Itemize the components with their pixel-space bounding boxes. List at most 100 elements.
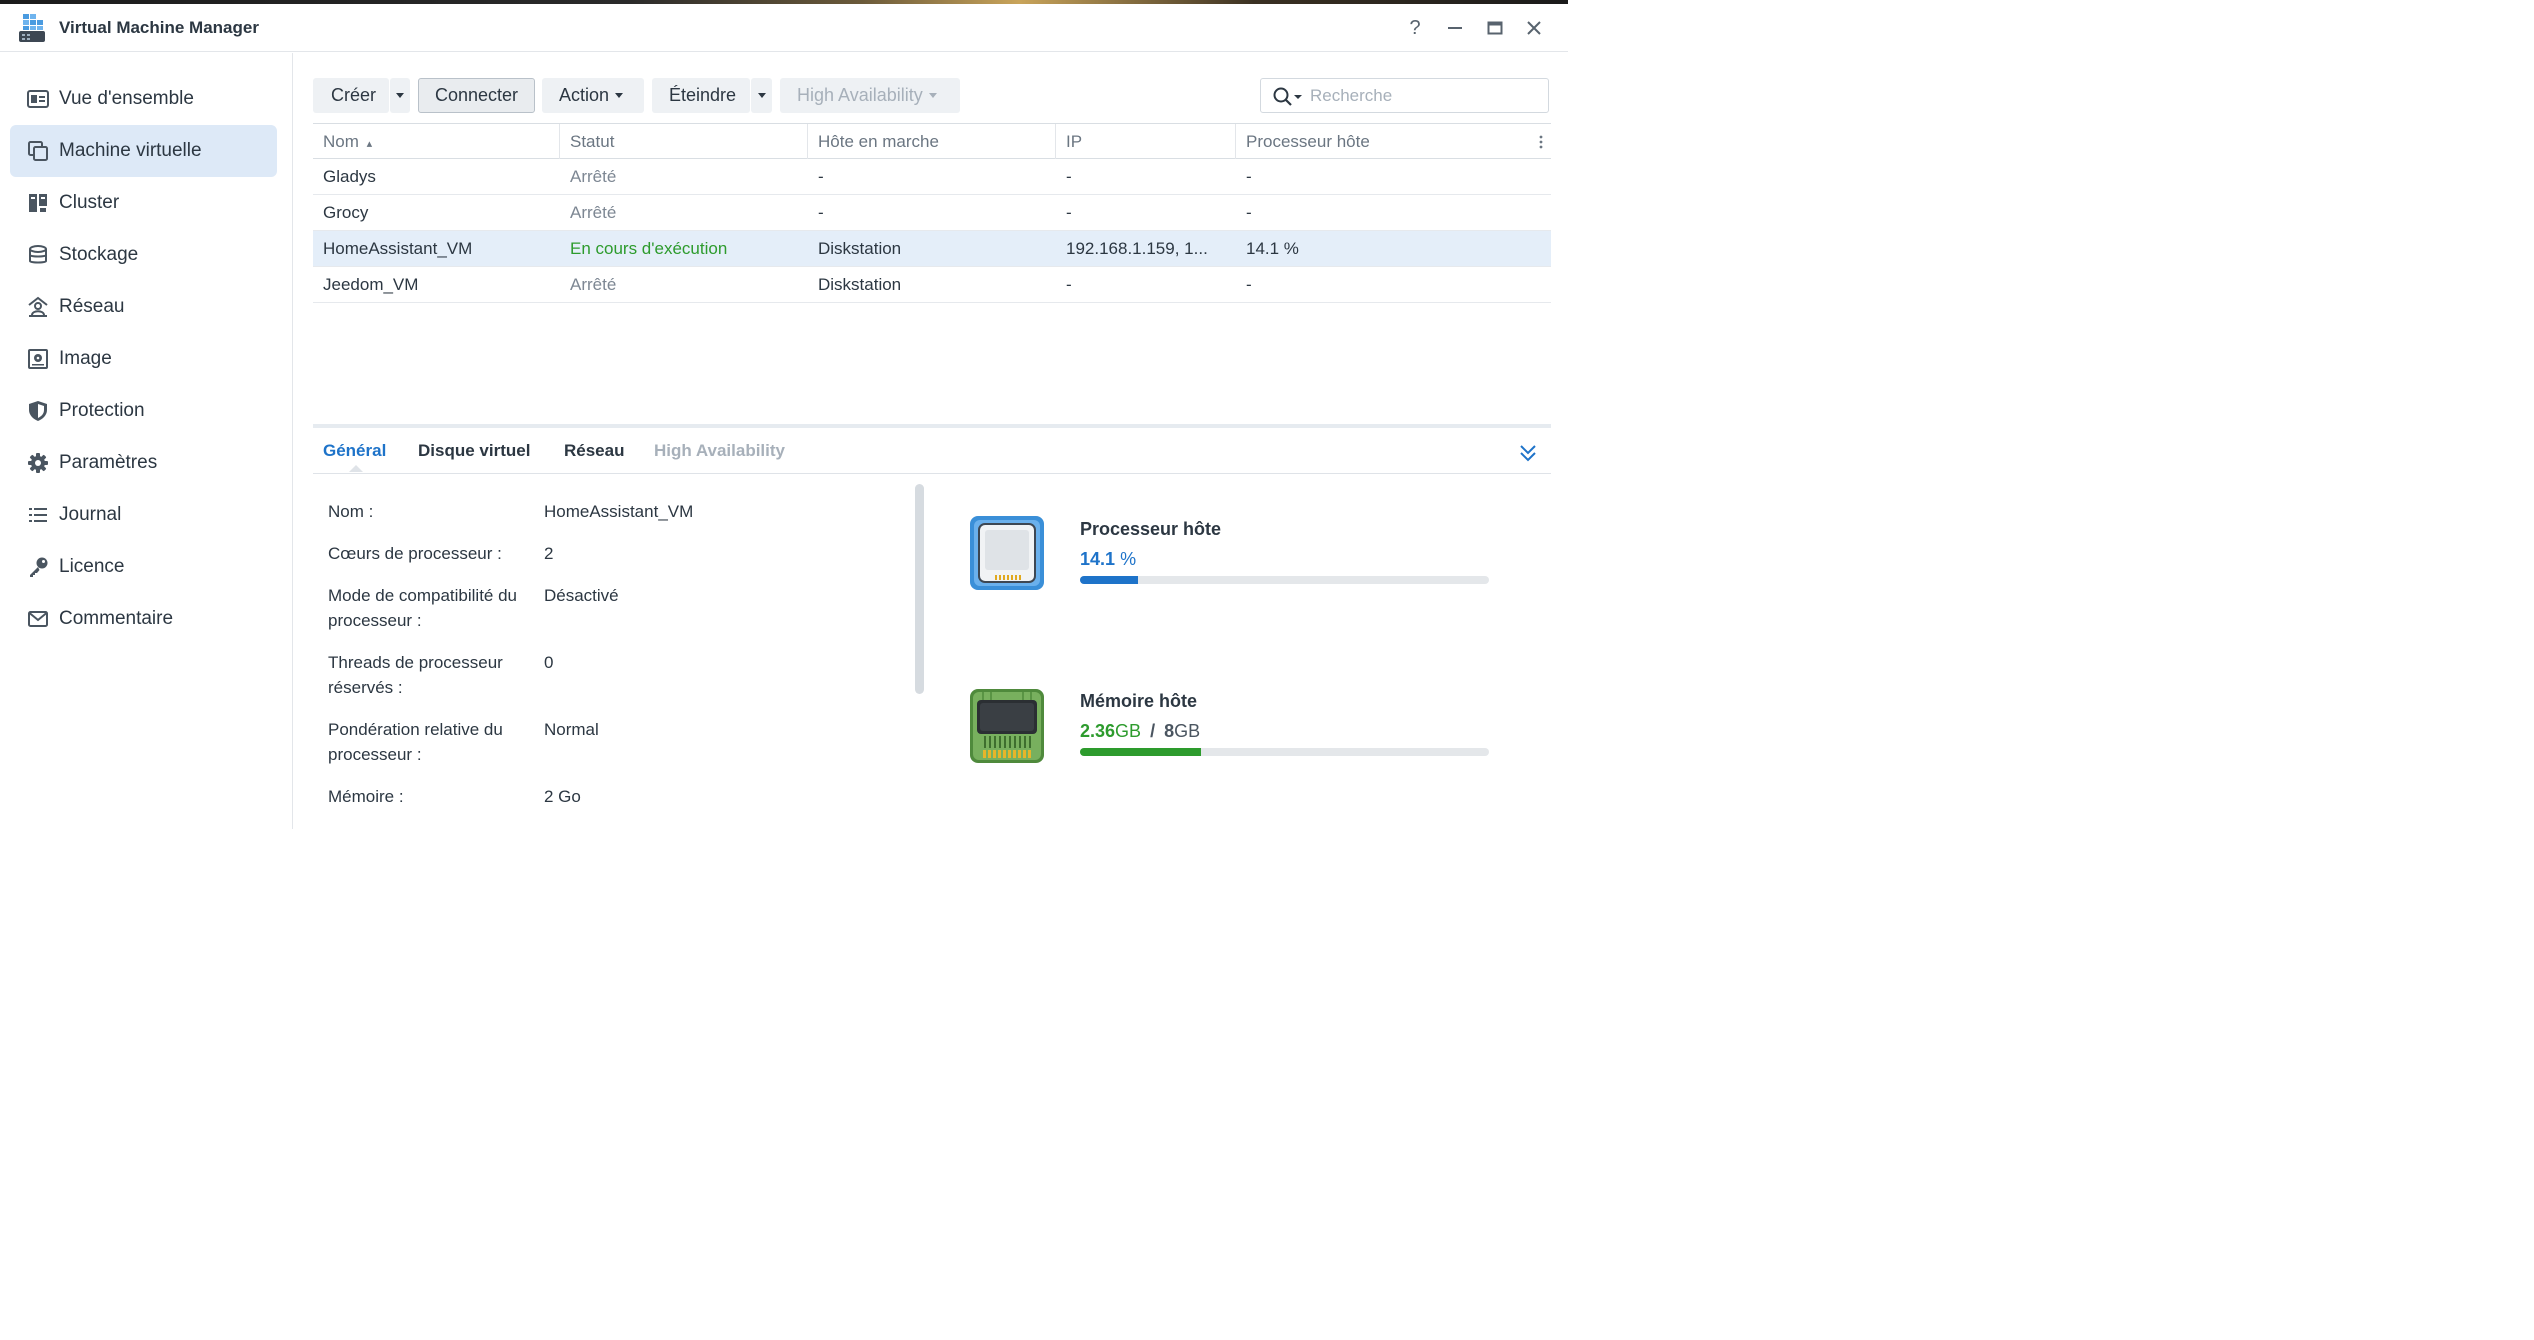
vm-name: Jeedom_VM (323, 275, 419, 294)
host-cpu-title: Processeur hôte (1080, 519, 1222, 539)
create-dropdown-button[interactable] (390, 78, 410, 113)
action-button[interactable]: Action (542, 78, 644, 113)
image-icon (26, 347, 50, 371)
field-value-cpu-weight: Normal (544, 720, 599, 739)
vm-name: HomeAssistant_VM (323, 239, 473, 258)
vm-host-cpu: - (1246, 167, 1252, 186)
memory-chip-icon (970, 689, 1044, 763)
table-row-selected[interactable]: HomeAssistant_VM En cours d'exécution Di… (313, 231, 1551, 267)
sidebar-item-settings[interactable]: Paramètres (10, 437, 277, 489)
vm-name: Grocy (323, 203, 369, 222)
chevron-down-icon (757, 93, 766, 98)
cpu-chip-icon (970, 516, 1044, 590)
host-memory-total: 8 (1164, 721, 1175, 741)
column-header-status[interactable]: Statut (560, 124, 808, 159)
gear-icon (26, 451, 50, 475)
host-memory-separator: / (1150, 721, 1156, 741)
vm-ip: - (1066, 203, 1072, 222)
storage-icon (26, 243, 50, 267)
tab-high-availability: High Availability (654, 441, 785, 460)
column-header-host-cpu[interactable]: Processeur hôte (1236, 124, 1526, 159)
shutdown-dropdown-button[interactable] (751, 78, 772, 113)
field-label-cpu-weight-line1: Pondération relative du (328, 720, 503, 739)
key-icon (26, 555, 50, 579)
window-title: Virtual Machine Manager (59, 18, 259, 37)
minimize-button[interactable] (1443, 16, 1467, 40)
shield-icon (26, 399, 50, 423)
sidebar-item-feedback[interactable]: Commentaire (10, 593, 277, 645)
vm-ip: - (1066, 167, 1072, 186)
minimize-icon (1448, 27, 1462, 29)
field-value-name: HomeAssistant_VM (544, 502, 694, 521)
sidebar-item-log[interactable]: Journal (10, 489, 277, 541)
column-header-host[interactable]: Hôte en marche (808, 124, 1056, 159)
sidebar-item-storage[interactable]: Stockage (10, 229, 277, 281)
column-options-button[interactable] (1531, 124, 1551, 159)
vm-name: Gladys (323, 167, 376, 186)
high-availability-label: High Availability (797, 85, 923, 105)
field-label-cpu-weight-line2: processeur : (328, 745, 422, 764)
high-availability-button: High Availability (780, 78, 960, 113)
sidebar-item-label: Vue d'ensemble (59, 88, 194, 109)
sidebar-item-cluster[interactable]: Cluster (10, 177, 277, 229)
help-button[interactable]: ? (1403, 16, 1427, 40)
sidebar-item-label: Stockage (59, 244, 139, 265)
sidebar-item-label: Commentaire (59, 608, 174, 629)
maximize-button[interactable] (1483, 16, 1507, 40)
maximize-icon (1487, 21, 1503, 35)
detail-tabs: Général Disque virtuel Réseau High Avail… (313, 428, 1551, 474)
tab-network[interactable]: Réseau (564, 441, 624, 461)
close-button[interactable] (1522, 16, 1546, 40)
close-icon (1527, 21, 1541, 35)
details-scrollbar[interactable] (915, 484, 924, 694)
network-icon (26, 295, 50, 319)
search-icon (1273, 87, 1302, 106)
table-row[interactable]: Jeedom_VM Arrêté Diskstation - - (313, 267, 1551, 303)
vm-status: Arrêté (570, 275, 617, 294)
field-value-cpu-cores: 2 (544, 544, 554, 563)
chevron-down-icon (928, 93, 937, 98)
host-cpu-progress (1080, 576, 1489, 584)
vm-host: - (818, 203, 824, 222)
host-memory-progress-fill (1080, 748, 1201, 756)
vm-table-header: Nom ▴ Statut Hôte en marche IP Processeu… (313, 123, 1551, 159)
vm-host-cpu: 14.1 % (1246, 239, 1299, 258)
vmm-app-icon (19, 14, 45, 42)
tab-general[interactable]: Général (323, 441, 386, 461)
collapse-panel-icon[interactable] (1516, 441, 1540, 465)
field-label-cpu-compat-line2: processeur : (328, 611, 422, 630)
host-memory-total-unit: GB (1174, 721, 1201, 741)
host-cpu-percent: 14.1 (1080, 549, 1116, 569)
column-header-name[interactable]: Nom ▴ (313, 124, 560, 159)
sidebar-item-label: Réseau (59, 296, 125, 317)
sidebar-item-network[interactable]: Réseau (10, 281, 277, 333)
table-row[interactable]: Grocy Arrêté - - - (313, 195, 1551, 231)
cluster-icon (26, 191, 50, 215)
list-icon (26, 503, 50, 527)
search-field[interactable]: Recherche (1260, 78, 1549, 113)
table-row[interactable]: Gladys Arrêté - - - (313, 159, 1551, 195)
sidebar-item-protection[interactable]: Protection (10, 385, 277, 437)
sidebar-item-overview[interactable]: Vue d'ensemble (10, 73, 277, 125)
search-input[interactable]: Recherche (1310, 86, 1392, 106)
chevron-down-icon (396, 93, 404, 98)
field-label-reserved-threads-line1: Threads de processeur (328, 653, 503, 672)
create-button[interactable]: Créer (313, 78, 389, 113)
sidebar-item-license[interactable]: Licence (10, 541, 277, 593)
field-value-memory: 2 Go (544, 787, 581, 806)
tab-virtual-disk[interactable]: Disque virtuel (418, 441, 530, 461)
field-label-cpu-cores: Cœurs de processeur : (328, 544, 502, 563)
vm-ip: - (1066, 275, 1072, 294)
field-value-reserved-threads: 0 (544, 653, 554, 672)
more-vertical-icon (1539, 135, 1543, 148)
connect-button[interactable]: Connecter (418, 78, 535, 113)
sidebar-item-virtual-machine[interactable]: Machine virtuelle (10, 125, 277, 177)
shutdown-button[interactable]: Éteindre (652, 78, 750, 113)
column-header-ip[interactable]: IP (1056, 124, 1236, 159)
virtual-machine-icon (26, 139, 50, 163)
chevron-down-icon (615, 93, 624, 98)
sidebar-item-image[interactable]: Image (10, 333, 277, 385)
sidebar-item-label: Licence (59, 556, 125, 577)
sidebar-item-label: Image (59, 348, 112, 369)
vm-status: Arrêté (570, 203, 617, 222)
